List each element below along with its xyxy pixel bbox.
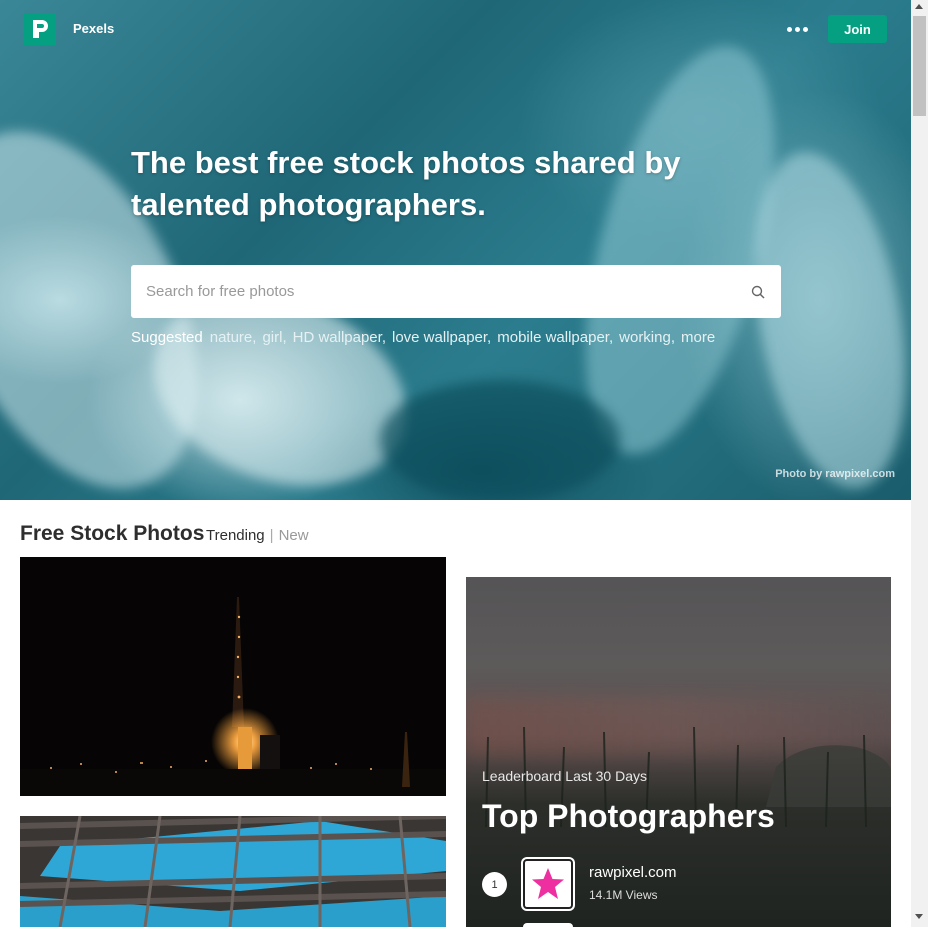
photographer-views: 14.1M Views bbox=[589, 888, 658, 902]
page-scrollbar[interactable] bbox=[911, 0, 928, 927]
more-dots-icon[interactable] bbox=[784, 20, 810, 38]
suggested-searches: Suggested nature, girl, HD wallpaper, lo… bbox=[131, 329, 721, 346]
scroll-up-arrow-icon[interactable] bbox=[915, 4, 923, 9]
star-avatar-icon[interactable] bbox=[523, 859, 573, 909]
photo-card-roof-beams[interactable] bbox=[20, 816, 446, 927]
search-icon[interactable] bbox=[751, 285, 765, 299]
tab-new[interactable]: New bbox=[279, 527, 309, 544]
photo-tabs: Trending | New bbox=[206, 527, 309, 544]
roof-beams-image bbox=[20, 816, 446, 927]
hero-banner: Pexels Join The best free stock photos s… bbox=[0, 0, 911, 500]
paint-streak bbox=[380, 380, 620, 500]
city-night-image bbox=[20, 557, 446, 796]
leaderboard-card[interactable]: Leaderboard Last 30 Days Top Photographe… bbox=[466, 577, 891, 927]
tab-separator: | bbox=[269, 527, 274, 544]
rank-badge: 1 bbox=[482, 872, 507, 897]
suggestion-link[interactable]: nature, bbox=[210, 329, 257, 346]
tab-trending[interactable]: Trending bbox=[206, 527, 265, 544]
section-title: Free Stock Photos bbox=[20, 522, 205, 545]
leaderboard-title: Top Photographers bbox=[482, 798, 775, 834]
search-bar bbox=[131, 265, 781, 318]
suggested-label: Suggested bbox=[131, 329, 203, 346]
suggestion-link[interactable]: working, bbox=[619, 329, 675, 346]
suggestion-link-more[interactable]: more bbox=[681, 329, 715, 346]
next-avatar[interactable] bbox=[523, 923, 573, 927]
search-input[interactable] bbox=[131, 265, 731, 318]
photo-credit[interactable]: Photo by rawpixel.com bbox=[775, 468, 895, 480]
star-icon bbox=[532, 868, 564, 899]
suggestion-link[interactable]: love wallpaper, bbox=[392, 329, 491, 346]
suggestion-link[interactable]: girl, bbox=[262, 329, 286, 346]
photo-card-city-night[interactable] bbox=[20, 557, 446, 796]
join-button[interactable]: Join bbox=[828, 15, 887, 43]
logo-glyph bbox=[33, 20, 48, 38]
brand-name[interactable]: Pexels bbox=[73, 21, 114, 36]
hero-headline: The best free stock photos shared by tal… bbox=[131, 145, 681, 222]
scroll-thumb[interactable] bbox=[913, 16, 926, 116]
pexels-logo-icon[interactable] bbox=[24, 13, 56, 45]
scroll-down-arrow-icon[interactable] bbox=[915, 914, 923, 919]
suggestion-link[interactable]: HD wallpaper, bbox=[293, 329, 386, 346]
leaderboard-subtitle: Leaderboard Last 30 Days bbox=[482, 768, 647, 784]
photographer-name[interactable]: rawpixel.com bbox=[589, 864, 677, 881]
suggestion-link[interactable]: mobile wallpaper, bbox=[497, 329, 613, 346]
top-navigation: Pexels Join bbox=[0, 0, 911, 60]
